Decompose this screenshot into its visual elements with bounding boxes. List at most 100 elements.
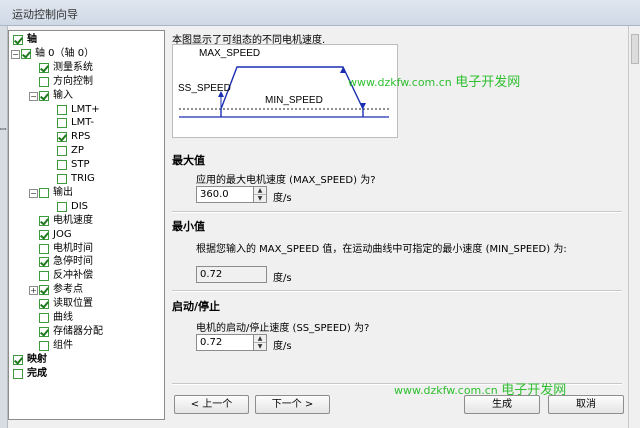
unchecked-icon[interactable] bbox=[13, 368, 23, 379]
speed-profile-diagram: MAX_SPEED SS_SPEED MIN_SPEED bbox=[172, 44, 398, 138]
check-icon[interactable] bbox=[13, 354, 23, 365]
collapse-icon[interactable]: − bbox=[29, 91, 38, 101]
min-speed-field: 0.72 bbox=[196, 266, 267, 283]
tree-item[interactable]: 反冲补偿 bbox=[9, 269, 164, 283]
min-speed-unit: 度/s bbox=[273, 273, 292, 284]
unchecked-icon[interactable] bbox=[39, 313, 49, 323]
check-icon[interactable] bbox=[39, 326, 49, 337]
unchecked-icon[interactable] bbox=[39, 187, 49, 198]
tree-item-label: 轴 0（轴 0） bbox=[35, 47, 95, 59]
finish-button[interactable]: 生成 bbox=[464, 395, 540, 414]
tree-item[interactable]: 曲线 bbox=[9, 311, 164, 325]
check-icon[interactable] bbox=[39, 215, 49, 226]
tree-item-label: RPS bbox=[71, 131, 91, 143]
unchecked-icon[interactable] bbox=[39, 76, 49, 87]
watermark-top: www.dzkfw.com.cn 电子开发网 bbox=[348, 71, 520, 90]
spin-down-icon[interactable]: ▼ bbox=[254, 343, 266, 351]
tree-item-label: ZP bbox=[71, 145, 84, 157]
start-stop-unit: 度/s bbox=[273, 341, 292, 352]
tree-item-label: 反冲补偿 bbox=[53, 270, 93, 282]
check-icon[interactable] bbox=[21, 48, 31, 59]
tree-item[interactable]: 完成 bbox=[9, 367, 164, 381]
spin-up-icon[interactable]: ▲ bbox=[254, 187, 266, 195]
right-scrollbar[interactable] bbox=[628, 26, 640, 428]
max-speed-unit: 度/s bbox=[273, 193, 292, 204]
prev-button[interactable]: < 上一个 bbox=[174, 395, 249, 414]
left-edge-panel: ꟷ bbox=[0, 26, 8, 428]
tree-item[interactable]: JOG bbox=[9, 228, 164, 242]
tree-item[interactable]: 轴 bbox=[9, 33, 164, 47]
unchecked-icon[interactable] bbox=[57, 174, 67, 184]
tree-item-label: STP bbox=[71, 159, 90, 171]
tree-item[interactable]: 电机速度 bbox=[9, 214, 164, 228]
tree-item[interactable]: ZP bbox=[9, 144, 164, 158]
tree-item[interactable]: 方向控制 bbox=[9, 75, 164, 89]
check-icon[interactable] bbox=[13, 35, 23, 45]
tree-item-label: 输入 bbox=[53, 89, 73, 101]
section-divider bbox=[172, 211, 622, 213]
speed-profile-svg: MAX_SPEED SS_SPEED MIN_SPEED bbox=[178, 48, 389, 118]
tree-item-label: 曲线 bbox=[53, 312, 73, 323]
max-speed-spinner[interactable]: ▲ ▼ bbox=[254, 186, 267, 203]
tree-item-label: 电机时间 bbox=[53, 242, 93, 254]
watermark-url: www.dzkfw.com.cn bbox=[348, 76, 452, 89]
check-icon[interactable] bbox=[39, 257, 49, 268]
scroll-handle[interactable] bbox=[631, 34, 639, 64]
cancel-button[interactable]: 取消 bbox=[548, 395, 624, 414]
tree-item[interactable]: − 轴 0（轴 0） bbox=[9, 47, 164, 61]
navigation-tree[interactable]: 轴 − 轴 0（轴 0） 测量系统 方向控制 − 输入 LMT+ LMT- RPS ZP STP TRI… bbox=[8, 30, 165, 420]
tree-item-label: 存储器分配 bbox=[53, 325, 103, 337]
min-speed-label: MIN_SPEED bbox=[265, 95, 323, 106]
next-button[interactable]: 下一个 > bbox=[255, 395, 330, 414]
tree-item[interactable]: 存储器分配 bbox=[9, 325, 164, 339]
tree-item[interactable]: RPS bbox=[9, 130, 164, 144]
tree-item[interactable]: + 参考点 bbox=[9, 283, 164, 297]
unchecked-icon[interactable] bbox=[39, 271, 49, 282]
collapse-icon[interactable]: − bbox=[29, 188, 38, 198]
check-icon[interactable] bbox=[39, 62, 49, 73]
check-icon[interactable] bbox=[39, 90, 49, 101]
window-title: 运动控制向导 bbox=[12, 8, 78, 21]
tree-item[interactable]: − 输入 bbox=[9, 89, 164, 103]
max-speed-label: MAX_SPEED bbox=[199, 48, 260, 59]
spin-down-icon[interactable]: ▼ bbox=[254, 195, 266, 203]
start-stop-input[interactable]: 0.72 bbox=[196, 334, 254, 351]
collapse-icon[interactable]: − bbox=[11, 49, 20, 59]
watermark-text: 电子开发网 bbox=[455, 75, 521, 90]
unchecked-icon[interactable] bbox=[57, 104, 67, 115]
check-icon[interactable] bbox=[39, 285, 49, 296]
tree-item[interactable]: 映射 bbox=[9, 353, 164, 367]
check-icon[interactable] bbox=[39, 299, 49, 310]
spin-up-icon[interactable]: ▲ bbox=[254, 335, 266, 343]
unchecked-icon[interactable] bbox=[57, 201, 67, 212]
tree-item[interactable]: 读取位置 bbox=[9, 297, 164, 311]
tree-item[interactable]: TRIG bbox=[9, 172, 164, 186]
min-speed-prompt: 根据您输入的 MAX_SPEED 值，在运动曲线中可指定的最小速度 (MIN_S… bbox=[196, 244, 567, 255]
unchecked-icon[interactable] bbox=[57, 160, 67, 171]
tree-item[interactable]: LMT- bbox=[9, 116, 164, 130]
expand-icon[interactable]: + bbox=[29, 286, 38, 296]
tree-item[interactable]: LMT+ bbox=[9, 103, 164, 117]
tree-item[interactable]: 急停时间 bbox=[9, 255, 164, 269]
tree-item-label: 组件 bbox=[53, 339, 73, 351]
tree-item[interactable]: 组件 bbox=[9, 339, 164, 353]
max-speed-input[interactable]: 360.0 bbox=[196, 186, 254, 203]
tree-item[interactable]: 测量系统 bbox=[9, 61, 164, 75]
unchecked-icon[interactable] bbox=[39, 340, 49, 351]
tree-item[interactable]: 电机时间 bbox=[9, 242, 164, 256]
check-icon[interactable] bbox=[57, 132, 67, 143]
start-stop-spinner[interactable]: ▲ ▼ bbox=[254, 334, 267, 351]
unchecked-icon[interactable] bbox=[57, 118, 67, 129]
left-edge-marker-icon: ꟷ bbox=[0, 125, 7, 134]
check-icon[interactable] bbox=[39, 229, 49, 240]
tree-item[interactable]: STP bbox=[9, 158, 164, 172]
ss-speed-label: SS_SPEED bbox=[178, 83, 231, 94]
tree-item-label: LMT- bbox=[71, 117, 94, 129]
unchecked-icon[interactable] bbox=[39, 243, 49, 254]
tree-item-label: 映射 bbox=[27, 353, 47, 365]
tree-item[interactable]: − 输出 bbox=[9, 186, 164, 200]
min-speed-title: 最小值 bbox=[172, 220, 205, 233]
unchecked-icon[interactable] bbox=[57, 146, 67, 157]
tree-item-label: 参考点 bbox=[53, 284, 83, 296]
tree-item[interactable]: DIS bbox=[9, 200, 164, 214]
